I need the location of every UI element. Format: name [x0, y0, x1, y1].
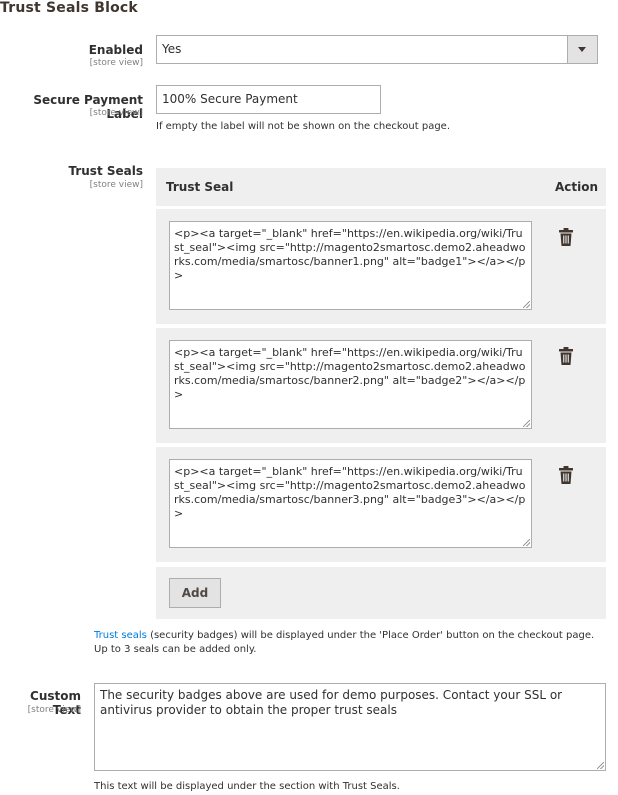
trust-seals-note: Trust seals (security badges) will be di… — [94, 629, 604, 657]
trash-icon[interactable] — [559, 228, 573, 246]
trust-seal-textarea[interactable]: <p><a target="_blank" href="https://en.w… — [169, 221, 532, 310]
custom-text-textarea[interactable]: The security badges above are used for d… — [94, 683, 606, 771]
secure-payment-scope: [store view] — [89, 108, 143, 118]
column-action: Action — [555, 180, 599, 194]
trust-seal-code: <p><a target="_blank" href="https://en.w… — [174, 465, 526, 520]
trust-seals-label: Trust Seals — [68, 164, 143, 178]
trust-seals-add-row: Add — [156, 567, 606, 619]
secure-payment-note: If empty the label will not be shown on … — [156, 121, 451, 132]
resize-handle[interactable] — [597, 762, 604, 769]
custom-text-value: The security badges above are used for d… — [100, 688, 563, 717]
trash-icon[interactable] — [559, 466, 573, 484]
trust-seal-code: <p><a target="_blank" href="https://en.w… — [174, 346, 526, 401]
trust-seal-row-1: <p><a target="_blank" href="https://en.w… — [156, 209, 606, 324]
enabled-select[interactable]: Yes — [156, 35, 598, 64]
chevron-down-icon[interactable] — [567, 36, 597, 63]
trust-seal-row-2: <p><a target="_blank" href="https://en.w… — [156, 328, 606, 443]
enabled-scope: [store view] — [89, 58, 143, 68]
resize-handle[interactable] — [523, 301, 530, 308]
trust-seal-textarea[interactable]: <p><a target="_blank" href="https://en.w… — [169, 459, 532, 548]
trust-seals-scope: [store view] — [89, 180, 143, 190]
trust-seals-grid-header: Trust Seal Action — [156, 168, 606, 206]
custom-text-note: This text will be displayed under the se… — [94, 781, 400, 792]
custom-text-scope: [store view] — [27, 705, 81, 715]
resize-handle[interactable] — [523, 420, 530, 427]
column-trust-seal: Trust Seal — [166, 180, 234, 194]
trust-seals-note-line2: Up to 3 seals can be added only. — [94, 644, 257, 655]
trust-seal-code: <p><a target="_blank" href="https://en.w… — [174, 227, 526, 282]
trust-seal-row-3: <p><a target="_blank" href="https://en.w… — [156, 447, 606, 562]
trash-icon[interactable] — [559, 347, 573, 365]
trust-seal-textarea[interactable]: <p><a target="_blank" href="https://en.w… — [169, 340, 532, 429]
section-title: Trust Seals Block — [0, 0, 138, 16]
enabled-label: Enabled — [88, 43, 143, 57]
secure-payment-input[interactable]: 100% Secure Payment — [156, 85, 381, 114]
trust-seals-note-text: (security badges) will be displayed unde… — [146, 630, 595, 641]
add-trust-seal-button[interactable]: Add — [169, 578, 221, 608]
resize-handle[interactable] — [523, 539, 530, 546]
enabled-value: Yes — [162, 42, 182, 56]
trust-seals-link[interactable]: Trust seals — [94, 630, 147, 641]
